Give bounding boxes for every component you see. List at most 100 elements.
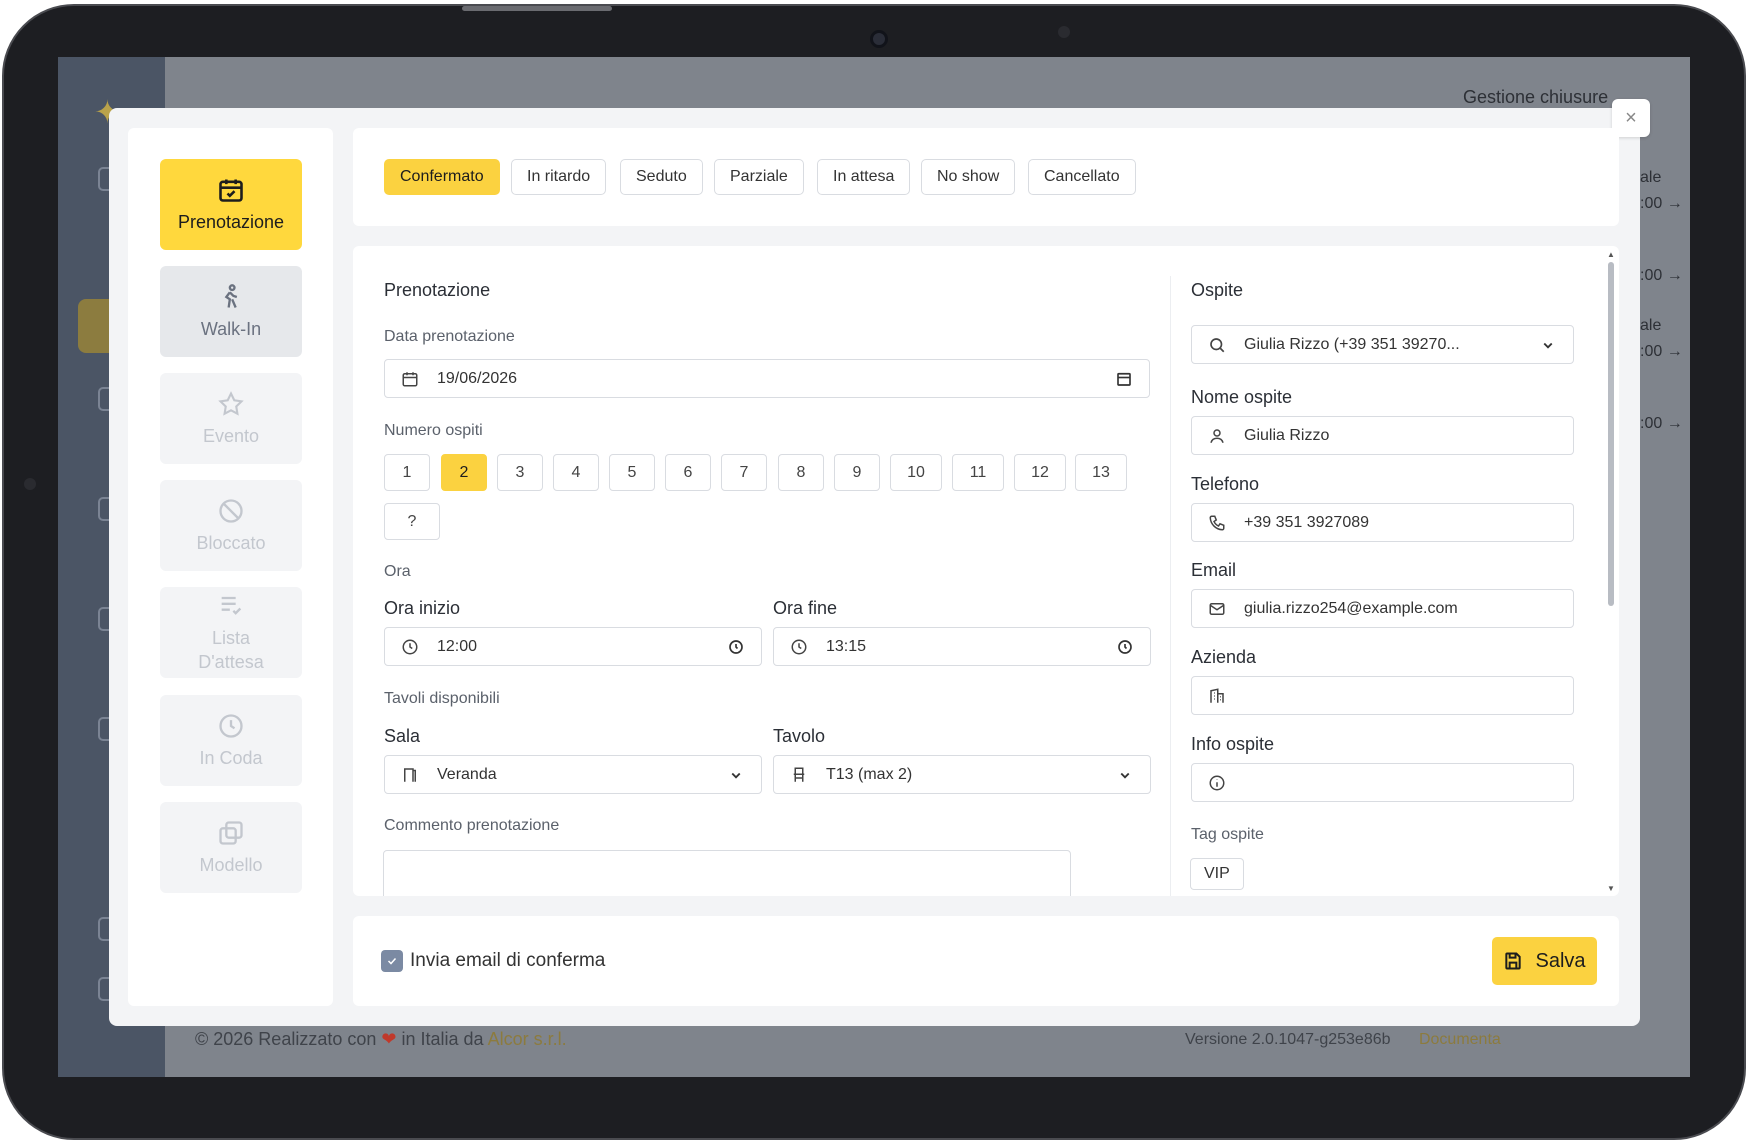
type-evento-button[interactable]: Evento — [160, 373, 302, 464]
guest-count-button[interactable]: 9 — [834, 454, 880, 491]
guest-count-button[interactable]: 5 — [609, 454, 655, 491]
side-sensor — [24, 478, 36, 490]
type-label: Lista D'attesa — [198, 628, 264, 672]
company-input[interactable] — [1191, 676, 1574, 715]
start-time-value: 12:00 — [437, 637, 478, 655]
type-prenotazione-button[interactable]: Prenotazione — [160, 159, 302, 250]
calendar-icon — [402, 371, 418, 386]
date-label: Data prenotazione — [384, 328, 515, 345]
table-value: T13 (max 2) — [826, 765, 913, 783]
start-time-input[interactable]: 12:00 — [384, 627, 762, 666]
guest-count-button-selected[interactable]: 2 — [441, 454, 487, 491]
table-select[interactable]: T13 (max 2) — [773, 755, 1151, 794]
type-modello-button[interactable]: Modello — [160, 802, 302, 893]
guest-count-unknown-button[interactable]: ? — [384, 503, 440, 540]
send-email-checkbox[interactable] — [381, 950, 403, 972]
guest-search-value: Giulia Rizzo (+39 351 39270... — [1244, 335, 1460, 353]
save-label: Salva — [1535, 949, 1586, 972]
guest-count-button[interactable]: 7 — [721, 454, 767, 491]
save-icon — [1505, 952, 1522, 970]
version-text: Versione 2.0.1047-g253e86b — [1185, 1031, 1391, 1048]
type-walk-in-button[interactable]: Walk-In — [160, 266, 302, 357]
table-label: Tavolo — [773, 726, 826, 746]
mail-icon — [1209, 602, 1225, 615]
status-confermato-button[interactable]: Confermato — [384, 159, 500, 195]
phone-label: Telefono — [1191, 474, 1260, 494]
guest-count-button[interactable]: 10 — [890, 454, 942, 491]
save-button[interactable]: Salva — [1492, 937, 1597, 985]
status-parziale-button[interactable]: Parziale — [714, 159, 804, 195]
status-bar: Confermato In ritardo Seduto Parziale In… — [353, 128, 1619, 226]
phone-icon — [1209, 515, 1225, 531]
copy-icon — [219, 821, 243, 845]
star-icon — [218, 391, 244, 416]
guest-search-select[interactable]: Giulia Rizzo (+39 351 39270... — [1191, 325, 1574, 364]
comment-textarea[interactable] — [383, 850, 1071, 896]
room-label: Sala — [384, 726, 421, 746]
phone-input[interactable]: +39 351 3927089 — [1191, 503, 1574, 542]
closures-link: Gestione chiusure — [1463, 87, 1609, 107]
scroll-down-arrow[interactable]: ▼ — [1607, 884, 1615, 893]
version-info: Versione 2.0.1047-g253e86b Documenta — [1185, 1031, 1501, 1049]
front-camera — [870, 30, 888, 48]
guest-name-input[interactable]: Giulia Rizzo — [1191, 416, 1574, 455]
app-footer: © 2026 Realizzato con ❤ in Italia da Alc… — [195, 1029, 567, 1050]
walking-person-icon — [224, 284, 238, 308]
guest-count-button[interactable]: 8 — [778, 454, 824, 491]
guest-count-button[interactable]: 3 — [497, 454, 543, 491]
end-time-value: 13:15 — [826, 637, 867, 655]
end-time-input[interactable]: 13:15 — [773, 627, 1151, 666]
guest-count-button[interactable]: 11 — [952, 454, 1004, 491]
door-icon — [404, 767, 416, 782]
status-cancellato-button[interactable]: Cancellato — [1028, 159, 1136, 195]
guest-section-title: Ospite — [1191, 280, 1244, 300]
company-link[interactable]: Alcor s.r.l. — [488, 1029, 567, 1049]
guest-count-button[interactable]: 4 — [553, 454, 599, 491]
type-in-coda-button[interactable]: In Coda — [160, 695, 302, 786]
type-label: In Coda — [199, 748, 263, 768]
time-picker-icon[interactable] — [1116, 638, 1134, 656]
scroll-up-arrow[interactable]: ▲ — [1607, 250, 1615, 259]
room-select[interactable]: Veranda — [384, 755, 762, 794]
guest-info-input[interactable] — [1191, 763, 1574, 802]
guest-count-button[interactable]: 6 — [665, 454, 711, 491]
building-icon — [1210, 687, 1224, 703]
reservation-section-title: Prenotazione — [384, 280, 491, 300]
calendar-picker-icon[interactable] — [1115, 370, 1133, 388]
phone-value: +39 351 3927089 — [1244, 513, 1370, 531]
type-label: Bloccato — [196, 533, 266, 553]
company-label: Azienda — [1191, 647, 1257, 667]
date-input[interactable]: 19/06/2026 — [384, 359, 1150, 398]
comment-label: Commento prenotazione — [384, 817, 560, 834]
type-label: Prenotazione — [177, 212, 285, 232]
type-lista-attesa-button[interactable]: Lista D'attesa — [160, 587, 302, 678]
status-no-show-button[interactable]: No show — [921, 159, 1016, 195]
email-label: Email — [1191, 560, 1237, 580]
guest-count-button[interactable]: 13 — [1075, 454, 1127, 491]
tables-section-label: Tavoli disponibili — [384, 690, 500, 707]
send-email-label[interactable]: Invia email di conferma — [410, 950, 605, 972]
guest-tag-vip[interactable]: VIP — [1190, 858, 1244, 890]
chevron-down-icon — [731, 772, 741, 779]
chair-icon — [793, 767, 805, 782]
email-value: giulia.rizzo254@example.com — [1244, 599, 1458, 617]
email-input[interactable]: giulia.rizzo254@example.com — [1191, 589, 1574, 628]
type-bloccato-button[interactable]: Bloccato — [160, 480, 302, 571]
docs-link[interactable]: Documenta — [1419, 1031, 1501, 1048]
form-scrollbar[interactable] — [1608, 262, 1614, 606]
status-seduto-button[interactable]: Seduto — [620, 159, 703, 195]
guest-count-button[interactable]: 1 — [384, 454, 430, 491]
reservation-form: ▲ ▼ Prenotazione Data prenotazione 19/06… — [353, 246, 1619, 896]
info-icon — [1209, 775, 1225, 790]
type-label: Modello — [199, 855, 263, 875]
search-icon — [1210, 337, 1225, 352]
footer-prefix: © 2026 Realizzato con — [195, 1029, 377, 1049]
time-picker-icon[interactable] — [727, 638, 745, 656]
status-in-attesa-button[interactable]: In attesa — [817, 159, 911, 195]
guest-count-button[interactable]: 12 — [1014, 454, 1066, 491]
bg-item: ale — [1640, 169, 1662, 186]
status-in-ritardo-button[interactable]: In ritardo — [511, 159, 607, 195]
power-button — [462, 6, 612, 11]
chevron-down-icon — [1120, 772, 1130, 779]
user-icon — [1210, 428, 1224, 443]
